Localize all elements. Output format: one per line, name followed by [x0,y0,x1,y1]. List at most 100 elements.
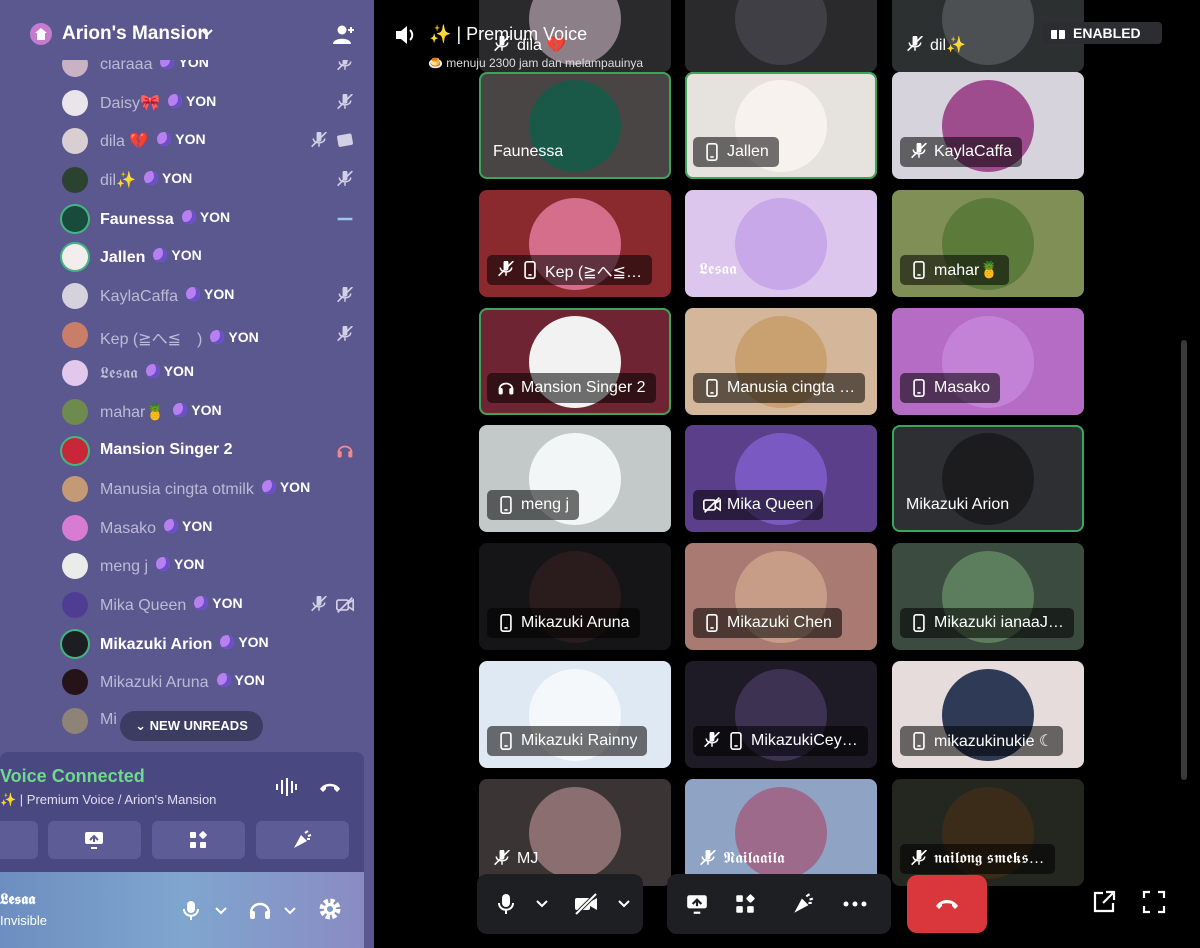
member-name-text: KaylaCaffa [100,287,178,305]
guild-tag-label: YON [203,285,235,302]
more-options-icon[interactable] [843,901,867,907]
member-row[interactable]: KaylaCaffa YON [62,280,362,312]
activities-icon[interactable] [733,892,757,916]
guild-tag-label: YON [228,328,259,345]
avatar [62,398,88,425]
moon-icon [261,480,276,495]
member-row[interactable]: dil✨ YON [62,164,362,196]
share-screen-button[interactable] [48,821,141,859]
participant-tile[interactable]: Jallen [685,72,877,179]
participant-tile[interactable]: MikazukiCey… [685,661,877,768]
popout-icon[interactable] [1091,889,1117,915]
headphones-icon[interactable] [248,899,272,921]
vc-button-left[interactable] [0,821,38,859]
member-row[interactable]: Kep (≧へ≦ ) YON [62,319,362,351]
member-row[interactable]: Masako YON [62,512,362,544]
member-name: dil✨ YON [100,170,192,190]
participant-tile[interactable]: Mikazuki ianaaJ… [892,543,1084,650]
member-row[interactable]: mahar🍍 YON [62,396,362,428]
guild-tag: YON [220,633,269,650]
current-username[interactable]: 𝕷𝖊𝖘𝖆𝖆 [0,891,35,908]
member-row[interactable]: Mikazuki Arion YON [62,628,362,660]
member-row[interactable]: dila 💔 YON [62,125,362,157]
guild-tag: YON [185,285,235,302]
server-header[interactable]: Arion's Mansion [10,10,374,60]
participant-label: KaylaCaffa [900,137,1022,167]
mic-muted-icon [498,261,514,277]
new-unreads-pill[interactable]: ⌄ NEW UNREADS [120,711,263,741]
member-name-text: Masako [100,519,157,537]
avatar [62,89,88,116]
fullscreen-icon[interactable] [1141,889,1167,915]
participant-name: Manusia cingta … [727,379,856,396]
participant-label: meng j [487,490,580,520]
chevron-down-icon[interactable] [283,905,297,917]
invite-people-icon[interactable] [332,23,356,47]
avatar [62,360,88,387]
moon-icon [143,170,158,185]
participant-tile[interactable]: 𝕷𝖊𝖘𝖆𝖆 [685,190,877,297]
participant-tile[interactable]: Masako [892,308,1084,415]
participant-tile[interactable]: Mansion Singer 2 [479,308,671,415]
participant-label: Jallen [693,137,779,167]
mobile-phone-icon [500,732,512,750]
member-row[interactable]: Mansion Singer 2 [62,435,362,467]
mic-muted-icon [337,170,353,187]
guild-tag-label: YON [238,633,269,650]
voice-channel-path[interactable]: ✨ | Premium Voice / Arion's Mansion [0,792,216,808]
chevron-down-icon[interactable] [214,905,228,917]
mic-muted-icon [494,850,510,866]
member-row[interactable]: Manusia cingta otmilk YON [62,473,362,505]
microphone-icon[interactable] [180,899,202,921]
member-row[interactable]: Faunessa YON [62,203,362,235]
microphone-icon[interactable] [495,892,517,916]
soundboard-button[interactable] [256,821,349,859]
guild-tag-label: YON [185,92,217,109]
participant-tile[interactable]: Mikazuki Aruna [479,543,671,650]
share-screen-icon[interactable] [685,892,709,916]
participant-tile[interactable]: Manusia cingta … [685,308,877,415]
participant-tile[interactable]: mahar🍍 [892,190,1084,297]
chevron-down-icon[interactable] [535,898,549,910]
soundboard-icon[interactable] [791,892,815,916]
participant-tile[interactable]: mikazukinukie ☾ [892,661,1084,768]
camera-off-icon[interactable] [573,892,599,916]
noise-suppression-icon[interactable] [274,775,298,799]
settings-gear-icon[interactable] [317,896,343,922]
participant-tile[interactable]: Mika Queen [685,425,877,532]
guild-tag: YON [210,328,259,345]
participant-tile[interactable]: 𝖓𝖆𝖎𝖑𝖔𝖓𝖌 𝖘𝖒𝖊𝖐𝖘… [892,779,1084,886]
participant-tile[interactable]: Kep (≧へ≦… [479,190,671,297]
enabled-badge[interactable]: ENABLED [1043,22,1162,44]
mic-muted-icon [337,286,353,303]
scrollbar[interactable] [1181,340,1187,780]
member-name-text: Mansion Singer 2 [100,440,233,458]
participant-tile[interactable]: Mikazuki Rainny [479,661,671,768]
participant-tile[interactable]: KaylaCaffa [892,72,1084,179]
member-row[interactable]: meng j YON [62,550,362,582]
member-row[interactable]: Mikazuki Aruna YON [62,666,362,698]
member-row[interactable]: 𝕷𝖊𝖘𝖆𝖆 YON [62,357,362,389]
chevron-down-icon[interactable] [617,898,631,910]
share-screen-icon [85,832,103,849]
participant-name: Kep (≧へ≦… [545,264,643,281]
participant-tile[interactable]: meng j [479,425,671,532]
guild-tag-label: YON [199,208,231,225]
guild-tag: YON [157,131,206,147]
participant-tile[interactable]: Faunessa [479,72,671,179]
participant-tile[interactable]: Mikazuki Chen [685,543,877,650]
activities-button[interactable] [152,821,245,859]
participant-tile[interactable]: 𝕹𝖆𝖎𝖑𝖆𝖆𝖎𝖑𝖆 [685,779,877,886]
participant-label: 𝕷𝖊𝖘𝖆𝖆 [693,255,743,285]
guild-tag-label: YON [212,595,243,612]
chevron-down-icon[interactable] [200,26,214,40]
participant-tile[interactable]: MJ [479,779,671,886]
disconnect-icon[interactable] [318,777,342,797]
moon-icon [181,209,196,224]
member-row[interactable]: Jallen YON [62,241,362,273]
member-row[interactable]: Daisy🎀 YON [62,87,362,119]
leave-call-button[interactable] [907,875,987,933]
member-name-text: dil✨ [100,171,136,189]
participant-tile[interactable]: Mikazuki Arion [892,425,1084,532]
member-row[interactable]: Mika Queen YON [62,589,362,621]
